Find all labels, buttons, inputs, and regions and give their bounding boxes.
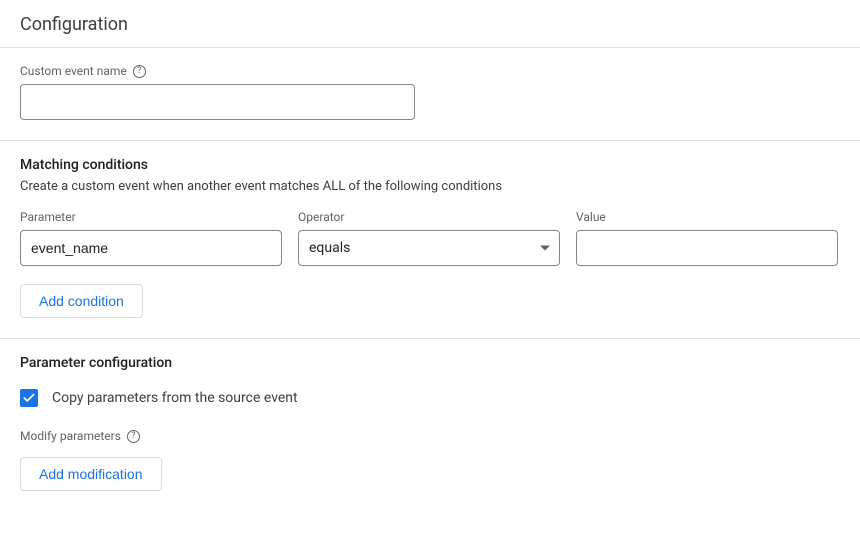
value-field: Value <box>576 210 838 266</box>
operator-label: Operator <box>298 210 560 224</box>
page-title: Configuration <box>20 14 840 35</box>
custom-event-section: Custom event name ? <box>0 48 860 141</box>
operator-select[interactable]: equals <box>298 230 560 266</box>
copy-parameters-label: Copy parameters from the source event <box>52 390 298 406</box>
custom-event-name-input[interactable] <box>20 84 415 120</box>
matching-conditions-section: Matching conditions Create a custom even… <box>0 141 860 339</box>
parameter-input[interactable] <box>20 230 282 266</box>
matching-conditions-description: Create a custom event when another event… <box>20 179 840 194</box>
operator-selected-value: equals <box>309 240 350 256</box>
modify-parameters-label: Modify parameters ? <box>20 429 840 443</box>
parameter-configuration-section: Parameter configuration Copy parameters … <box>0 339 860 511</box>
parameter-field: Parameter <box>20 210 282 266</box>
parameter-label: Parameter <box>20 210 282 224</box>
value-input[interactable] <box>576 230 838 266</box>
add-condition-button[interactable]: Add condition <box>20 284 143 318</box>
panel-header: Configuration <box>0 0 860 48</box>
modify-parameters-label-text: Modify parameters <box>20 429 121 443</box>
custom-event-name-label-text: Custom event name <box>20 64 127 78</box>
parameter-configuration-title: Parameter configuration <box>20 355 840 371</box>
copy-parameters-row: Copy parameters from the source event <box>20 389 840 407</box>
operator-field: Operator equals <box>298 210 560 266</box>
help-icon[interactable]: ? <box>133 65 146 78</box>
help-icon[interactable]: ? <box>127 430 140 443</box>
condition-row: Parameter Operator equals Value <box>20 210 840 266</box>
copy-parameters-checkbox[interactable] <box>20 389 38 407</box>
custom-event-name-label: Custom event name ? <box>20 64 840 78</box>
value-label: Value <box>576 210 838 224</box>
matching-conditions-title: Matching conditions <box>20 157 840 173</box>
checkmark-icon <box>22 391 36 405</box>
configuration-panel: Configuration Custom event name ? Matchi… <box>0 0 860 511</box>
add-modification-button[interactable]: Add modification <box>20 457 162 491</box>
